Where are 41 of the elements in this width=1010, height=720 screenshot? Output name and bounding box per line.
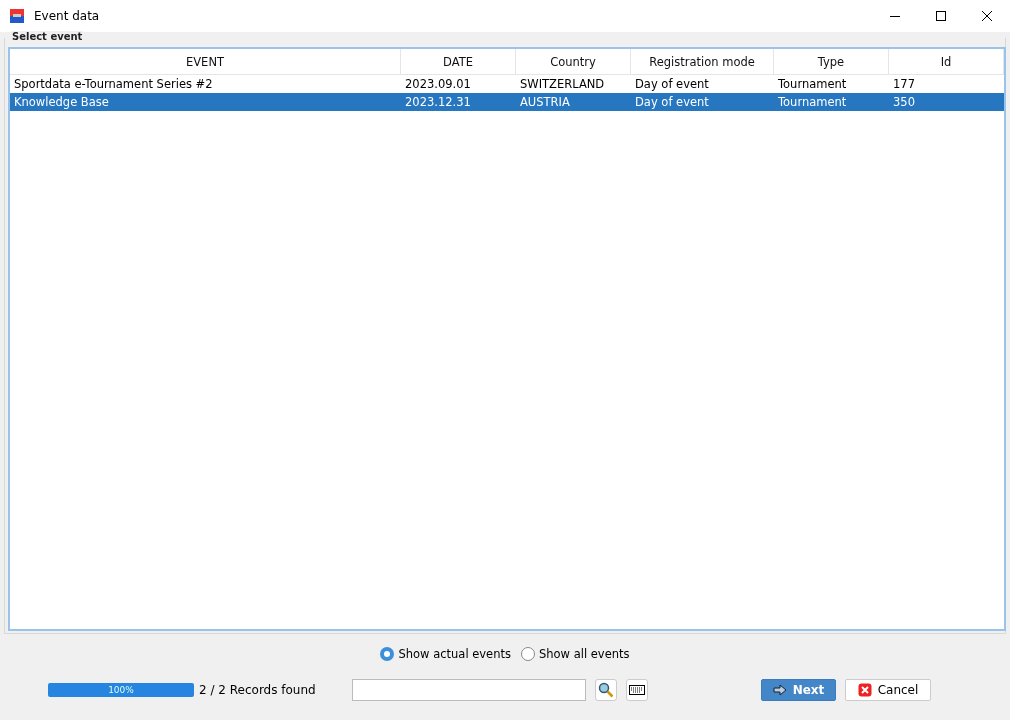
next-button[interactable]: Next <box>761 679 836 701</box>
records-count: 2 / 2 Records found <box>199 683 317 697</box>
search-icon <box>598 682 614 698</box>
table-cell-text: 2023.12.31 <box>404 94 472 111</box>
group-title: Select event <box>11 31 84 42</box>
table-row[interactable]: Knowledge Base 2023.12.31 AUSTRIA Day of event Tournament 350 <box>10 93 1004 111</box>
table-cell-text: AUSTRIA <box>519 94 571 111</box>
table-cell-text: Day of event <box>634 94 710 111</box>
table-cell-text: Knowledge Base <box>13 94 110 111</box>
search-button[interactable] <box>595 679 617 701</box>
radio-button[interactable] <box>380 647 395 661</box>
column-header[interactable]: EVENT <box>10 49 401 75</box>
radio-button[interactable] <box>521 647 535 661</box>
close-icon <box>982 11 992 21</box>
table-cell-text: Day of event <box>634 76 710 93</box>
minimize-icon <box>890 15 900 17</box>
column-header[interactable]: Registration mode <box>631 49 774 75</box>
radio-label[interactable]: Show all events <box>539 647 630 661</box>
app-logo-icon <box>10 9 24 23</box>
table-cell-text: Tournament <box>777 76 848 93</box>
maximize-icon <box>936 11 946 21</box>
window-title: Event data <box>34 9 101 23</box>
table-row[interactable]: Sportdata e-Tournament Series #2 2023.09.01 SWITZERLAND Day of event Tournament 177 <box>10 75 1004 93</box>
table-cell-text: Tournament <box>777 94 848 111</box>
search-field[interactable] <box>352 679 586 701</box>
radio-label[interactable]: Show actual events <box>398 647 511 661</box>
cancel-button[interactable]: Cancel <box>845 679 931 701</box>
table-cell-text: SWITZERLAND <box>519 76 606 93</box>
table-cell-text: 350 <box>892 94 916 111</box>
column-header[interactable]: Type <box>774 49 889 75</box>
progress-text: 100% <box>107 684 135 697</box>
close-icon <box>857 683 872 697</box>
keyboard-icon <box>629 685 645 695</box>
keyboard-button[interactable] <box>626 679 648 701</box>
column-header[interactable]: DATE <box>401 49 516 75</box>
table-cell-text: Sportdata e-Tournament Series #2 <box>13 76 214 93</box>
column-header[interactable]: Id <box>889 49 1004 75</box>
table-cell-text: 2023.09.01 <box>404 76 472 93</box>
column-header[interactable]: Country <box>516 49 631 75</box>
table-cell-text: 177 <box>892 76 916 93</box>
arrow-right-icon <box>772 684 787 696</box>
